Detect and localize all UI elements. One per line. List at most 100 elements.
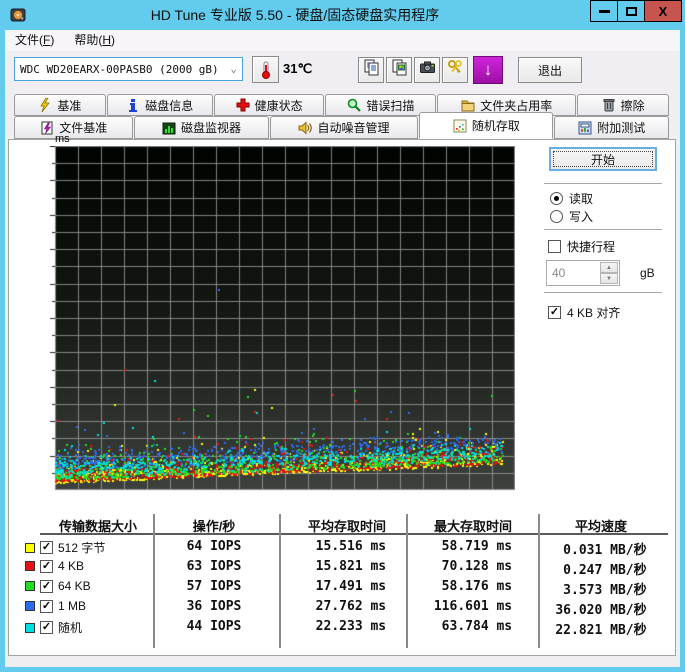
minimize-button[interactable]: [590, 0, 618, 22]
tab-磁盘监视器[interactable]: 磁盘监视器: [134, 116, 269, 139]
avg-speed-cell: 22.821 MB/秒: [555, 623, 647, 638]
maximize-icon: [625, 6, 637, 16]
tab-label: 健康状态: [254, 98, 303, 113]
hdtune-window: HD Tune 专业版 5.50 - 硬盘/固态硬盘实用程序 X 文件(F) 帮助…: [0, 0, 685, 672]
camera-icon: [419, 59, 436, 81]
keys-icon: [447, 59, 464, 81]
max-access-cell: 116.601 ms: [433, 599, 513, 614]
tab-基准[interactable]: 基准: [14, 94, 106, 116]
iops-cell: 64 IOPS: [186, 539, 242, 554]
menubar: 文件(F) 帮助(H): [5, 30, 680, 51]
avg-access-cell: 15.821 ms: [307, 559, 387, 574]
menu-item-file[interactable]: 文件(F): [5, 30, 64, 51]
thermometer-icon: [261, 61, 270, 79]
checkbox-checked-icon[interactable]: ✓: [40, 621, 53, 634]
capacity-spinner[interactable]: 40 ▲ ▼: [546, 260, 620, 286]
avg-access-cell: 15.516 ms: [307, 539, 387, 554]
copy-text-icon: [363, 59, 380, 81]
write-radio[interactable]: 写入: [550, 208, 593, 225]
series-color-swatch: [25, 581, 35, 591]
iops-cell: 36 IOPS: [186, 599, 242, 614]
close-icon: X: [658, 3, 668, 19]
checkbox-checked-icon[interactable]: ✓: [40, 579, 53, 593]
file-benchmark-icon: [40, 121, 54, 135]
tab-label: 基准: [57, 98, 82, 113]
avg-access-cell: 22.233 ms: [307, 619, 387, 634]
update-button[interactable]: ↓: [473, 56, 503, 84]
series-color-swatch: [25, 561, 35, 571]
tab-文件基准[interactable]: 文件基准: [14, 116, 134, 139]
separator: [544, 229, 662, 231]
disk-info-icon: [126, 98, 140, 112]
max-access-cell: 70.128 ms: [433, 559, 513, 574]
close-button[interactable]: X: [644, 0, 682, 22]
checkbox-checked-icon[interactable]: ✓: [40, 559, 53, 573]
tab-label: 擦除: [620, 98, 645, 113]
spin-down-button[interactable]: ▼: [600, 273, 618, 284]
y-axis-unit: ms: [55, 133, 70, 145]
table-column-separator: [538, 514, 540, 648]
radio-selected-icon: [550, 192, 563, 205]
series-label: 4 KB: [58, 559, 85, 573]
avg-access-cell: 17.491 ms: [307, 579, 387, 594]
start-button[interactable]: 开始: [549, 147, 657, 171]
table-row-2: ✓ 64 KB: [25, 579, 91, 593]
copy-text-button[interactable]: [358, 57, 384, 83]
random-access-icon: [453, 119, 467, 133]
avg-access-cell: 27.762 ms: [307, 599, 387, 614]
health-icon: [236, 98, 250, 112]
tab-随机存取[interactable]: 随机存取: [419, 112, 554, 139]
checkbox-checked-icon[interactable]: ✓: [40, 599, 53, 613]
max-access-cell: 63.784 ms: [433, 619, 513, 634]
avg-speed-cell: 3.573 MB/秒: [555, 583, 647, 598]
read-radio[interactable]: 读取: [550, 190, 593, 207]
tab-自动噪音管理[interactable]: 自动噪音管理: [269, 116, 419, 139]
tab-row-1: 基准 磁盘信息 健康状态 错误扫描 文件夹占用率 擦除: [14, 94, 670, 116]
extra-tests-icon: [578, 121, 592, 135]
titlebar: HD Tune 专业版 5.50 - 硬盘/固态硬盘实用程序 X: [0, 0, 685, 30]
table-row-0: ✓ 512 字节: [25, 539, 105, 556]
copy-image-button[interactable]: [386, 57, 412, 83]
table-row-3: ✓ 1 MB: [25, 599, 86, 613]
radio-unselected-icon: [550, 210, 563, 223]
exit-button[interactable]: 退出: [518, 57, 582, 83]
aam-icon: [298, 120, 313, 135]
tab-附加测试[interactable]: 附加测试: [554, 116, 669, 139]
table-column-separator: [279, 514, 281, 648]
short-stroke-label: 快捷行程: [567, 240, 616, 254]
drive-select-value: WDC WD20EARX-00PASB0 (2000 gB): [20, 62, 219, 76]
tab-label: 磁盘信息: [145, 98, 194, 113]
series-label: 64 KB: [58, 579, 91, 593]
max-access-cell: 58.719 ms: [433, 539, 513, 554]
camera-button[interactable]: [414, 57, 440, 83]
checkbox-checked-icon[interactable]: ✓: [40, 541, 53, 554]
spin-up-button[interactable]: ▲: [600, 262, 618, 273]
tab-擦除[interactable]: 擦除: [577, 94, 670, 116]
keys-button[interactable]: [442, 57, 468, 83]
maximize-button[interactable]: [617, 0, 645, 22]
table-row-1: ✓ 4 KB: [25, 559, 84, 573]
disk-monitor-icon: [162, 121, 176, 135]
error-scan-icon: [347, 98, 362, 112]
drive-select[interactable]: WDC WD20EARX-00PASB0 (2000 gB) ⌄: [14, 57, 243, 81]
read-radio-label: 读取: [569, 192, 594, 206]
tab-磁盘信息[interactable]: 磁盘信息: [106, 94, 213, 116]
tab-label: 错误扫描: [366, 98, 415, 113]
capacity-unit-label: gB: [640, 266, 655, 280]
align-4kb-checkbox[interactable]: ✓ 4 KB 对齐: [548, 304, 620, 321]
series-label: 随机: [58, 621, 83, 635]
max-access-cell: 58.176 ms: [433, 579, 513, 594]
tab-健康状态[interactable]: 健康状态: [213, 94, 325, 116]
tab-label: 磁盘监视器: [180, 121, 241, 135]
iops-cell: 57 IOPS: [186, 579, 242, 594]
tab-label: 随机存取: [471, 119, 520, 133]
series-color-swatch: [25, 601, 35, 611]
tab-row-2: 文件基准 磁盘监视器 自动噪音管理 随机存取 附加测试: [14, 112, 670, 139]
temperature-button[interactable]: [252, 56, 279, 83]
menu-item-help[interactable]: 帮助(H): [64, 30, 125, 51]
chevron-down-icon: ⌄: [230, 62, 237, 75]
copy-image-icon: [391, 59, 408, 81]
short-stroke-checkbox[interactable]: 快捷行程: [548, 238, 615, 255]
separator: [544, 183, 662, 185]
minimize-icon: [598, 9, 610, 13]
